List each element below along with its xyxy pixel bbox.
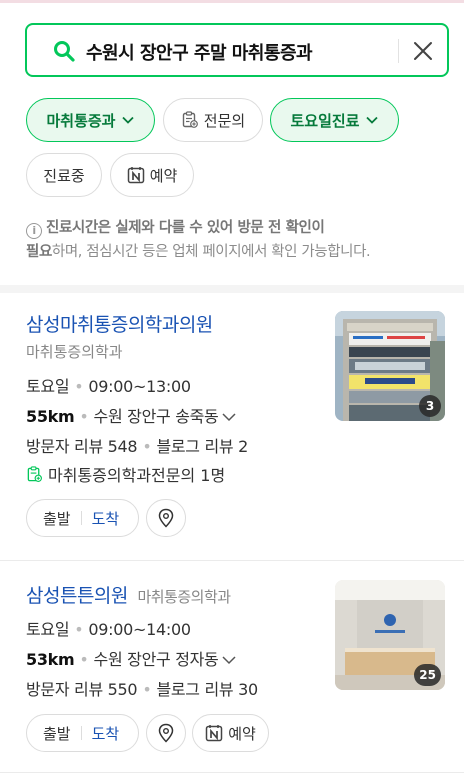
hours-notice: i 진료시간은 실제와 다를 수 있어 방문 전 확인이필요하며, 점심시간 등은… [26, 216, 446, 264]
filter-chip-specialist[interactable]: 전문의 [163, 98, 263, 142]
directions-button[interactable]: 출발 도착 [26, 714, 139, 752]
hours-day: 토요일 [26, 620, 70, 639]
location: 수원 장안구 송죽동 [93, 407, 219, 426]
naver-booking-icon [127, 167, 144, 184]
place-name[interactable]: 삼성튼튼의원 [26, 585, 128, 607]
hours-time: 09:00~13:00 [88, 377, 191, 396]
filter-chip-label: 마취통증과 [46, 111, 116, 130]
distance-location[interactable]: 55km • 수원 장안구 송죽동 [26, 403, 237, 427]
notice-bold: 진료시간은 실제와 다를 수 있어 방문 전 확인이 [46, 220, 325, 236]
distance-location[interactable]: 53km • 수원 장안구 정자동 [26, 646, 237, 670]
map-pin-button[interactable] [146, 499, 186, 537]
specialist-icon [182, 111, 198, 128]
place-category: 마취통증의학과 [137, 588, 231, 606]
depart-label[interactable]: 출발 [43, 723, 71, 744]
map-pin-button[interactable] [146, 714, 186, 752]
naver-booking-icon [205, 725, 223, 742]
hours-day: 토요일 [26, 377, 70, 396]
blog-reviews: 블로그 리뷰 2 [156, 437, 249, 456]
filter-chip-label: 예약 [149, 166, 178, 185]
result-divider [0, 560, 464, 561]
place-name-row: 삼성튼튼의원 마취통증의학과 [26, 581, 231, 608]
directions-button[interactable]: 출발 도착 [26, 499, 139, 537]
business-hours: 토요일 • 09:00~13:00 [26, 377, 191, 396]
reserve-label: 예약 [228, 724, 256, 743]
specialist-icon [27, 465, 42, 482]
filter-chip-open-now[interactable]: 진료중 [26, 153, 102, 197]
visitor-reviews: 방문자 리뷰 550 [26, 680, 138, 699]
location: 수원 장안구 정자동 [93, 650, 219, 669]
result-divider [0, 772, 464, 773]
filter-chip-label: 진료중 [43, 166, 85, 185]
place-name[interactable]: 삼성마취통증의학과의원 [26, 310, 213, 337]
distance: 53km [26, 650, 75, 669]
chevron-down-icon [121, 116, 134, 124]
filter-chip-anesthesia[interactable]: 마취통증과 [26, 98, 155, 142]
place-photo[interactable]: 25 [335, 580, 445, 690]
search-divider [398, 39, 399, 63]
map-pin-icon [158, 723, 174, 743]
reviews[interactable]: 방문자 리뷰 550 • 블로그 리뷰 30 [26, 676, 258, 700]
reserve-button[interactable]: 예약 [192, 714, 269, 752]
notice-bold: 필요 [26, 244, 52, 260]
search-icon [54, 41, 75, 62]
distance: 55km [26, 407, 75, 426]
specialist-text: 마취통증의학과전문의 1명 [48, 466, 226, 485]
hours-time: 09:00~14:00 [88, 620, 191, 639]
search-bar[interactable]: 수원시 장안구 주말 마취통증과 [25, 23, 449, 77]
notice-text: 하며, 점심시간 등은 업체 페이지에서 확인 가능합니다. [51, 244, 371, 260]
section-divider [0, 285, 464, 293]
filter-chip-reservation[interactable]: 예약 [110, 153, 194, 197]
chevron-down-icon [222, 656, 236, 665]
filter-chip-saturday[interactable]: 토요일진료 [270, 98, 399, 142]
place-category: 마취통증의학과 [26, 343, 123, 361]
depart-label[interactable]: 출발 [43, 508, 71, 529]
top-border [0, 0, 464, 3]
close-icon[interactable] [411, 39, 435, 63]
place-photo[interactable]: 3 [335, 311, 445, 421]
map-pin-icon [158, 508, 174, 528]
blog-reviews: 블로그 리뷰 30 [156, 680, 258, 699]
search-input[interactable]: 수원시 장안구 주말 마취통증과 [86, 39, 313, 65]
visitor-reviews: 방문자 리뷰 548 [26, 437, 138, 456]
arrive-label[interactable]: 도착 [92, 508, 120, 529]
chevron-down-icon [222, 413, 236, 422]
business-hours: 토요일 • 09:00~14:00 [26, 620, 191, 639]
specialist-info: 마취통증의학과전문의 1명 [26, 462, 225, 486]
info-icon: i [26, 223, 42, 239]
reviews[interactable]: 방문자 리뷰 548 • 블로그 리뷰 2 [26, 433, 248, 457]
chevron-down-icon [365, 116, 378, 124]
photo-count-badge: 25 [414, 664, 441, 686]
arrive-label[interactable]: 도착 [92, 723, 120, 744]
photo-count-badge: 3 [419, 395, 441, 417]
filter-chip-label: 전문의 [203, 111, 246, 130]
filter-chip-label: 토요일진료 [290, 111, 360, 130]
